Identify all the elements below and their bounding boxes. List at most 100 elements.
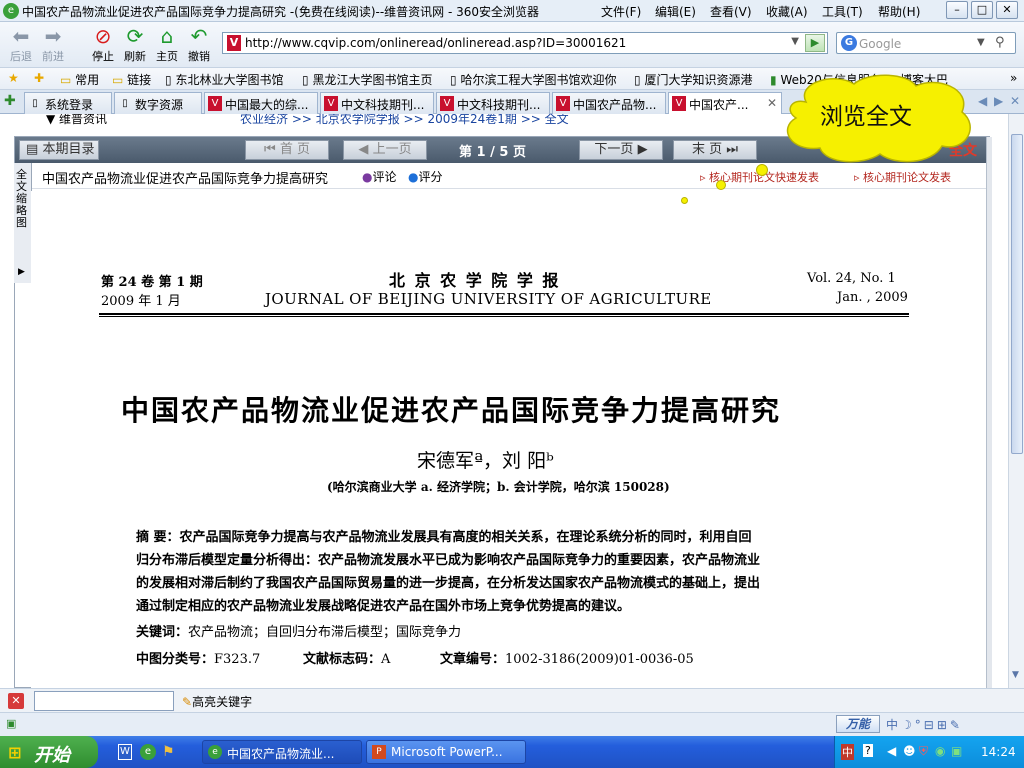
page-icon: ▯ (165, 73, 172, 87)
first-page-icon: ⏮ (264, 142, 276, 157)
refresh-button[interactable]: ⟳ 刷新 (118, 24, 152, 64)
fav-label: 哈尔滨工程大学图书馆欢迎你 (460, 73, 617, 87)
help-tray-icon[interactable]: ? (863, 744, 873, 757)
menu-help[interactable]: 帮助(H) (878, 3, 920, 20)
next-page-icon: ▶ (637, 142, 648, 157)
tab-current[interactable]: V 中国农产... ✕ (668, 92, 782, 114)
taskbar: ⊞ 开始 W e ⚑ e 中国农产品物流业... P Microsoft Pow… (0, 736, 1024, 768)
vertical-scrollbar[interactable]: ▼ (1008, 114, 1024, 688)
tab-vip-1[interactable]: V 中国最大的综... (204, 92, 318, 114)
address-input[interactable]: http://www.cqvip.com/onlineread/onlinere… (245, 36, 626, 50)
forward-button[interactable]: ➡ 前进 (36, 24, 70, 64)
close-window-button[interactable]: ✕ (996, 1, 1018, 19)
home-button[interactable]: ⌂ 主页 (150, 24, 184, 64)
vip-home-link[interactable]: ▼ 维普资讯 (46, 114, 107, 127)
forward-arrow-icon: ➡ (44, 24, 62, 48)
menu-file[interactable]: 文件(F) (601, 3, 641, 20)
close-all-tabs-icon[interactable]: ✕ (1010, 94, 1020, 108)
prev-page-label: 上一页 (372, 142, 412, 157)
address-dropdown-icon[interactable]: ▼ (791, 36, 799, 47)
undo-button[interactable]: ↶ 撤销 (182, 24, 216, 64)
abstract-line: 归分布滞后模型定量分析得出：农产品物流发展水平已成为影响农产品国际竞争力的重要因… (136, 553, 761, 568)
fav-label: 黑龙江大学图书馆主页 (312, 73, 433, 87)
abstract-line: 通过制定相应的农产品物流业发展战略促进农产品在国外市场上竞争优势提高的建议。 (136, 599, 631, 614)
page-icon: ▯ (122, 98, 128, 109)
window-title: 中国农产品物流业促进农产品国际竞争力提高研究 -(免费在线阅读)--维普资讯网 … (22, 5, 540, 19)
side-tab-label: 全文缩略图 (16, 168, 27, 229)
first-page-button[interactable]: ⏮ 首 页 (245, 140, 329, 160)
rate-link[interactable]: ●评分 (408, 168, 443, 185)
fav-nefu-library[interactable]: ▯ 东北林业大学图书馆 (165, 71, 283, 88)
article-number-row: 文章编号：1002-3186(2009)01-0036-05 (440, 648, 694, 667)
stop-button[interactable]: ⊘ 停止 (86, 24, 120, 64)
fav-folder-common[interactable]: ▭ 常用 (60, 71, 99, 88)
quicklaunch-extra-icon[interactable]: ⚑ (162, 744, 175, 760)
find-input[interactable] (34, 691, 174, 711)
search-input[interactable]: Google (859, 37, 901, 51)
ime-icon[interactable]: 中 (841, 744, 854, 760)
ad-link-2[interactable]: ▹ 核心期刊论文发表 (854, 169, 951, 185)
task-powerpoint[interactable]: P Microsoft PowerP... (366, 740, 526, 764)
comment-link[interactable]: ●评论 (362, 168, 397, 185)
close-find-icon[interactable]: ✕ (8, 693, 24, 709)
browser-logo-icon: e (3, 3, 19, 19)
start-button[interactable]: ⊞ 开始 (0, 736, 98, 768)
reader-scrollbar[interactable] (986, 137, 992, 688)
shield-tray-icon[interactable]: ⛨ (919, 744, 928, 759)
new-tab-icon[interactable]: ✚ (4, 93, 16, 109)
prev-page-button[interactable]: ◀ 上一页 (343, 140, 427, 160)
home-icon: ⌂ (160, 24, 174, 48)
safe-tray-icon[interactable]: ◉ (935, 744, 945, 758)
fav-folder-links[interactable]: ▭ 链接 (112, 71, 151, 88)
thumbnail-side-tab[interactable]: 全文缩略图 ▶ (14, 163, 32, 283)
back-button[interactable]: ⬅ 后退 (4, 24, 38, 64)
menu-favorites[interactable]: 收藏(A) (766, 3, 808, 20)
journal-name-cn: 北 京 农 学 院 学 报 (389, 271, 561, 290)
word-quicklaunch-icon[interactable]: W (118, 744, 132, 760)
breadcrumb-path[interactable]: 农业经济 >> 北京农学院学报 >> 2009年24卷1期 >> 全文 (240, 114, 569, 127)
address-bar[interactable]: V http://www.cqvip.com/onlineread/online… (222, 32, 828, 54)
menu-tools[interactable]: 工具(T) (822, 3, 863, 20)
add-favorite-icon[interactable]: ✚ (34, 71, 44, 85)
task-label: Microsoft PowerP... (391, 745, 503, 759)
tab-digital-resources[interactable]: ▯ 数字资源 (114, 92, 202, 114)
tray-arrow-icon[interactable]: ◀ (887, 744, 896, 758)
tab-scroll-right-icon[interactable]: ▶ (994, 94, 1003, 108)
search-box[interactable]: G Google ▼ ⚲ (836, 32, 1016, 54)
favorites-more-icon[interactable]: » (1010, 71, 1017, 85)
minimize-button[interactable]: – (946, 1, 968, 19)
tab-vip-2[interactable]: V 中文科技期刊... (320, 92, 434, 114)
tab-login[interactable]: ▯ 系统登录 (24, 92, 112, 114)
toc-button[interactable]: ▤ 本期目录 (19, 140, 99, 160)
maximize-button[interactable]: □ (971, 1, 993, 19)
last-page-button[interactable]: 末 页 ⏭ (673, 140, 757, 160)
article-title-bar: 中国农产品物流业促进农产品国际竞争力提高研究 (42, 172, 329, 187)
search-engine-dropdown-icon[interactable]: ▼ (977, 37, 985, 48)
tab-vip-4[interactable]: V 中国农产品物... (552, 92, 666, 114)
go-button[interactable]: ▶ (805, 34, 825, 52)
favorites-star-icon[interactable]: ★ (8, 71, 19, 85)
scroll-down-icon[interactable]: ▼ (1012, 670, 1019, 680)
search-icon[interactable]: ⚲ (995, 35, 1005, 50)
network-tray-icon[interactable]: ▣ (951, 744, 962, 758)
doc-value: A (381, 652, 391, 667)
qq-tray-icon[interactable]: ☻ (903, 744, 916, 758)
speed-mode-button[interactable]: 万能 (836, 715, 880, 733)
menu-edit[interactable]: 编辑(E) (655, 3, 696, 20)
comment-icon: ● (362, 170, 373, 184)
task-browser[interactable]: e 中国农产品物流业... (202, 740, 362, 764)
fav-xmu-library[interactable]: ▯ 厦门大学知识资源港 (634, 71, 752, 88)
scrollbar-thumb[interactable] (1011, 134, 1023, 454)
browser-quicklaunch-icon[interactable]: e (140, 744, 156, 760)
next-page-label: 下一页 (594, 142, 634, 157)
fav-hrbeu-library[interactable]: ▯ 哈尔滨工程大学图书馆欢迎你 (450, 71, 616, 88)
tab-vip-3[interactable]: V 中文科技期刊... (436, 92, 550, 114)
highlight-keywords-button[interactable]: ✎高亮关键字 (182, 693, 252, 710)
tab-label: 中文科技期刊... (457, 98, 541, 112)
next-page-button[interactable]: 下一页 ▶ (579, 140, 663, 160)
expand-side-icon[interactable]: ▶ (18, 267, 25, 277)
status-tools-icons[interactable]: 中☽°⊟⊞✎ (886, 716, 963, 733)
fav-label: 厦门大学知识资源港 (644, 73, 753, 87)
menu-view[interactable]: 查看(V) (710, 3, 752, 20)
fav-hlju-library[interactable]: ▯ 黑龙江大学图书馆主页 (302, 71, 432, 88)
